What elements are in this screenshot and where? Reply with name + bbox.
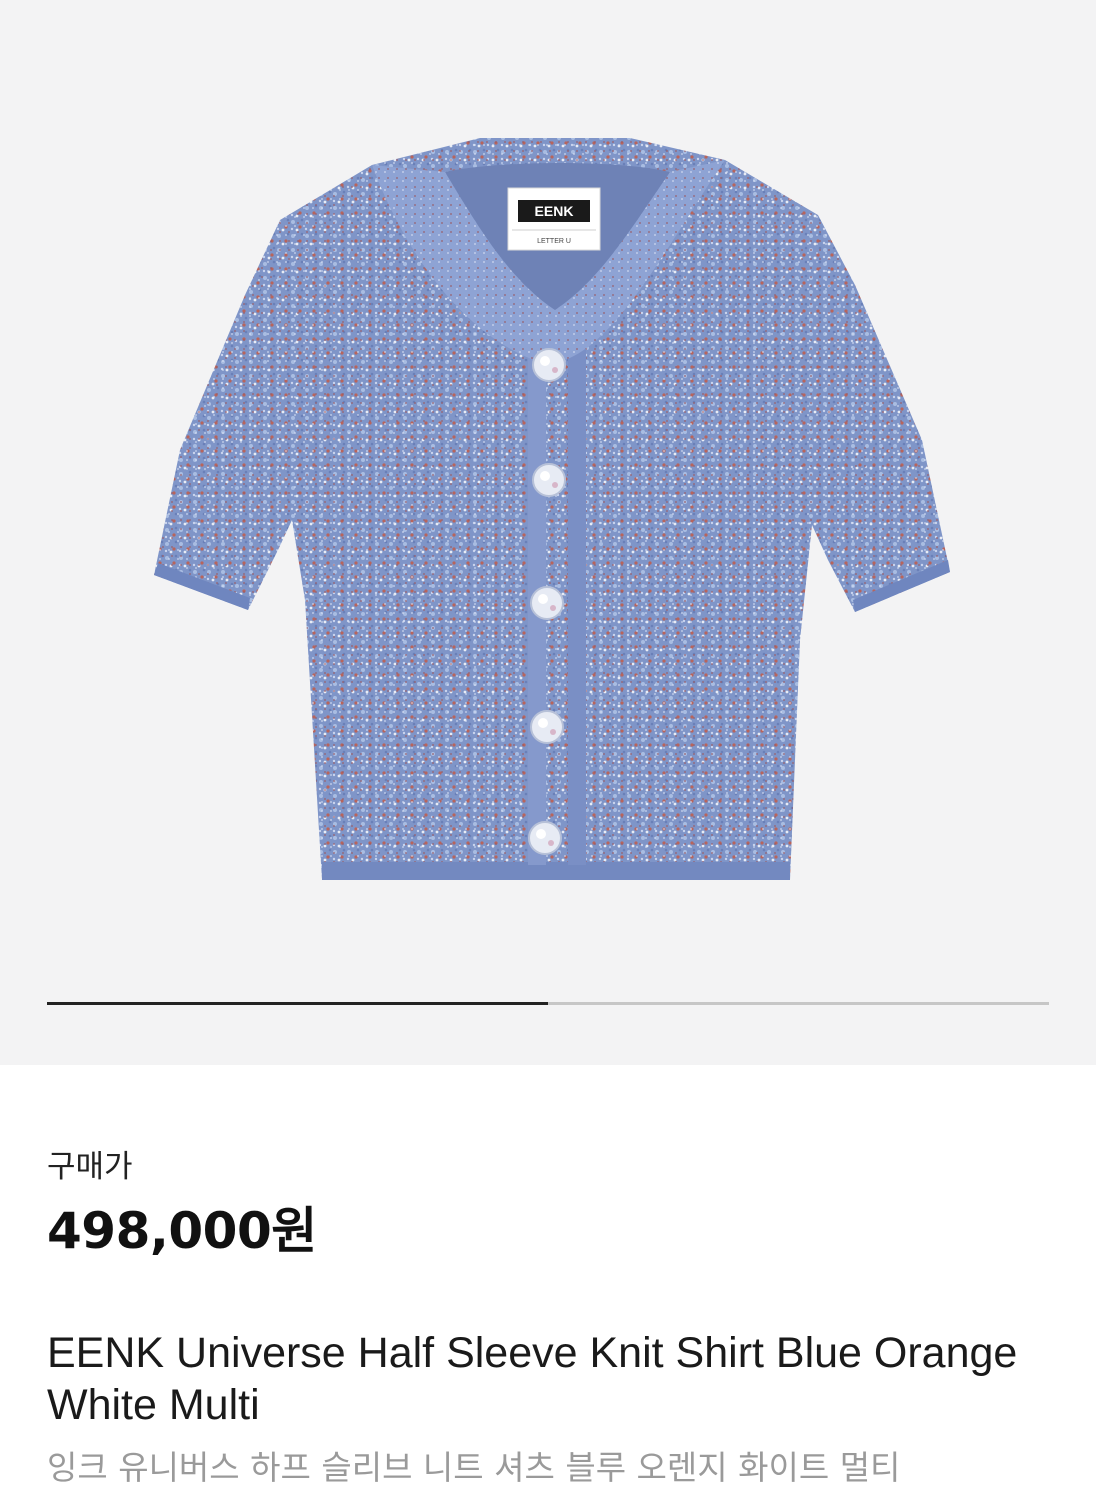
image-carousel-progress-fill (47, 1002, 548, 1005)
image-carousel-progress[interactable] (47, 1002, 1049, 1005)
shirt-button (532, 348, 566, 382)
product-title-english: EENK Universe Half Sleeve Knit Shirt Blu… (47, 1329, 1018, 1429)
product-image[interactable]: EENK LETTER U (150, 120, 956, 900)
brand-label-text: EENK (535, 203, 574, 219)
brand-label-subtext: LETTER U (537, 238, 571, 245)
price-value: 498,000원 (47, 1202, 317, 1260)
shirt-button (528, 821, 562, 855)
shirt-button (532, 463, 566, 497)
product-image-gallery[interactable]: EENK LETTER U (0, 0, 1096, 1065)
shirt-button (530, 586, 564, 620)
price-label: 구매가 (47, 1149, 133, 1185)
shirt-button (530, 710, 564, 744)
brand-label: EENK LETTER U (507, 187, 601, 251)
product-title-korean: 잉크 유니버스 하프 슬리브 니트 셔츠 블루 오렌지 화이트 멀티 (47, 1448, 901, 1487)
